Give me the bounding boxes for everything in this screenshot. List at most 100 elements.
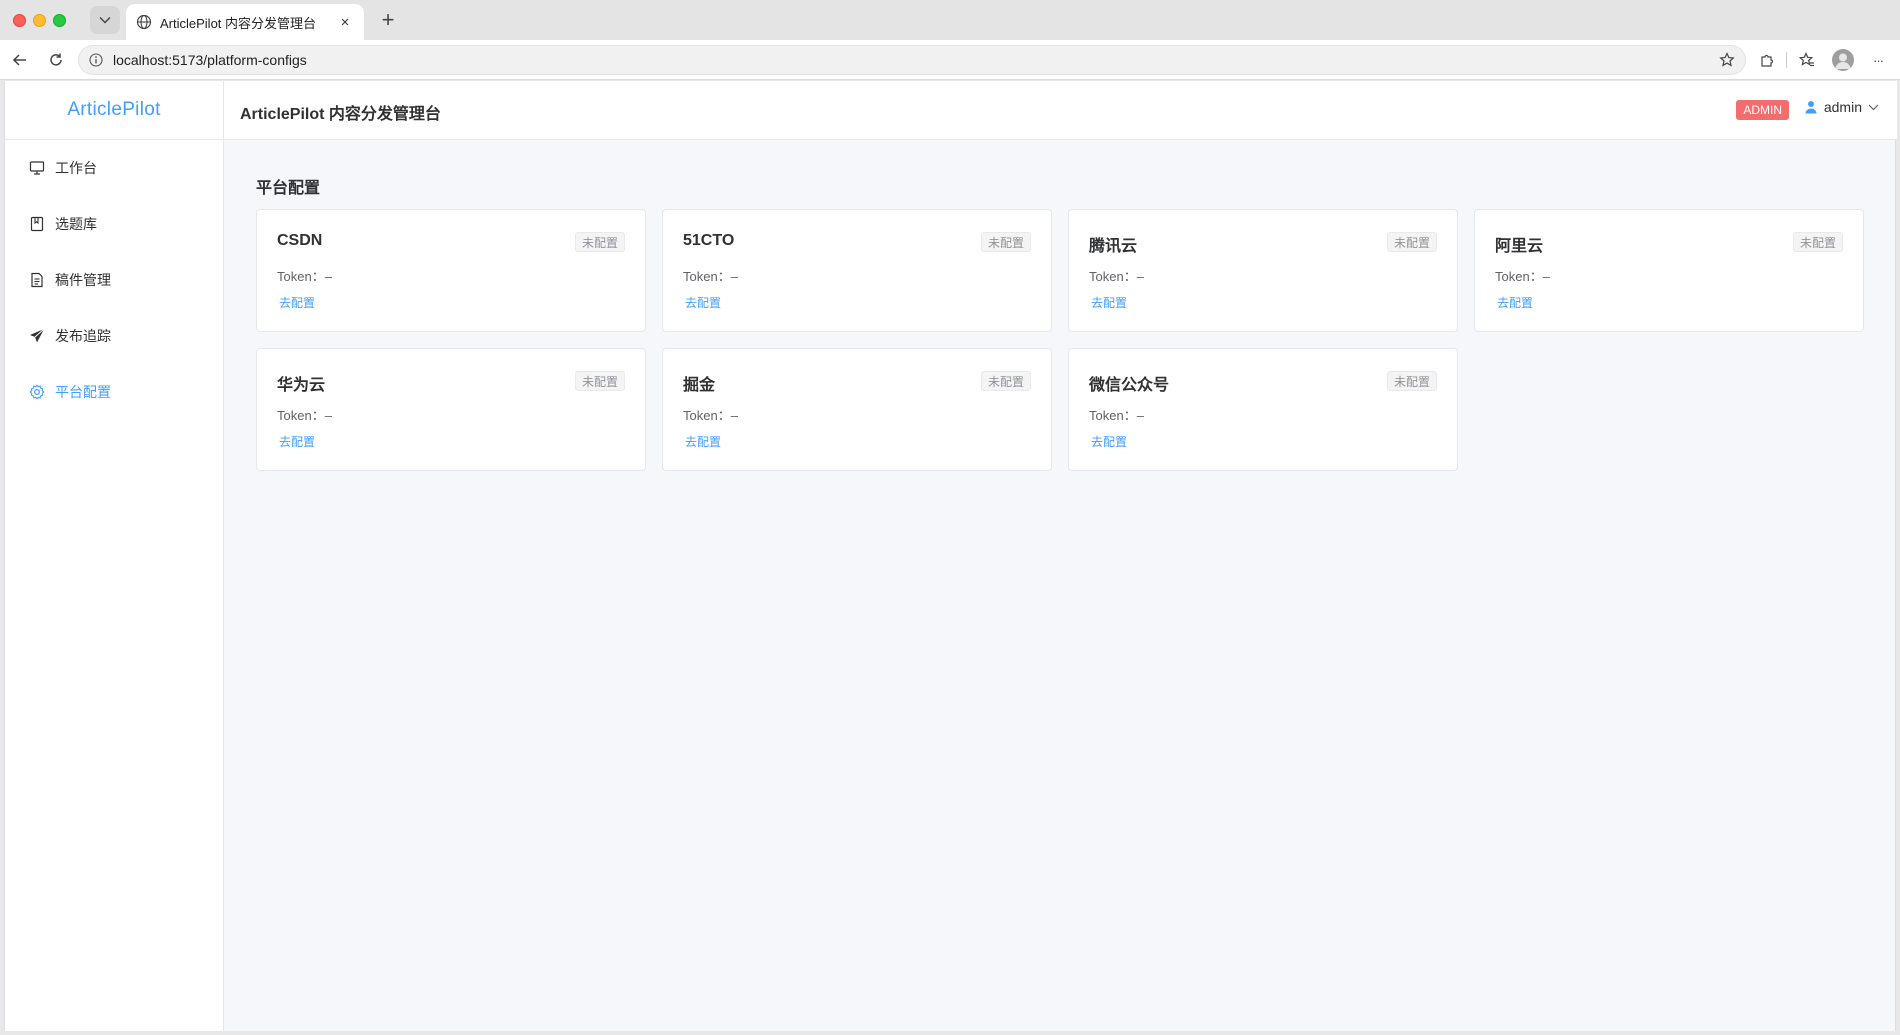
reload-icon: [50, 53, 62, 66]
platform-card: 51CTO 未配置 Token：– 去配置: [662, 209, 1052, 332]
platform-card: 腾讯云 未配置 Token：– 去配置: [1068, 209, 1458, 332]
extensions-button[interactable]: [1755, 48, 1779, 72]
platform-card: 华为云 未配置 Token：– 去配置: [256, 348, 646, 471]
status-badge: 未配置: [1792, 232, 1843, 252]
app-header: ArticlePilot 内容分发管理台 ADMIN admin: [224, 81, 1897, 140]
platform-card: 掘金 未配置 Token：– 去配置: [662, 348, 1052, 471]
configure-link[interactable]: 去配置: [279, 294, 315, 311]
person-icon: [1835, 53, 1851, 69]
token-value: –: [324, 408, 332, 423]
platform-name: CSDN: [277, 232, 323, 249]
configure-link[interactable]: 去配置: [1091, 294, 1127, 311]
platform-name: 阿里云: [1495, 238, 1544, 255]
star-icon[interactable]: [1719, 52, 1735, 68]
platform-name: 华为云: [277, 377, 326, 394]
configure-link[interactable]: 去配置: [685, 294, 721, 311]
toolbar-separator: [1786, 52, 1787, 68]
status-badge: 未配置: [574, 232, 625, 252]
sidebar-item-label: 平台配置: [55, 384, 111, 400]
gear-icon: [29, 384, 45, 400]
sidebar-item-publish-tracking[interactable]: 发布追踪: [5, 308, 223, 364]
reload-button[interactable]: [44, 48, 68, 72]
tab-title: ArticlePilot 内容分发管理台: [160, 15, 317, 31]
configure-link[interactable]: 去配置: [685, 433, 721, 450]
tab-close-button[interactable]: ×: [336, 14, 354, 31]
page-title: 平台配置: [256, 180, 321, 197]
token-row: Token：–: [683, 405, 738, 424]
token-row: Token：–: [277, 405, 332, 424]
configure-link[interactable]: 去配置: [279, 433, 315, 450]
platform-card: 阿里云 未配置 Token：– 去配置: [1474, 209, 1864, 332]
more-menu-button[interactable]: ···: [1866, 48, 1890, 72]
close-window-button[interactable]: [13, 14, 26, 27]
user-menu[interactable]: admin: [1804, 99, 1879, 115]
browser-chrome: ArticlePilot 内容分发管理台 × + localhost:5173/…: [0, 0, 1900, 80]
role-badge: ADMIN: [1736, 100, 1789, 120]
favorites-button[interactable]: [1795, 48, 1819, 72]
tab-search-button[interactable]: [90, 6, 120, 34]
token-row: Token：–: [1089, 266, 1144, 285]
sidebar-item-topics[interactable]: 选题库: [5, 196, 223, 252]
profile-avatar[interactable]: [1832, 49, 1854, 71]
token-value: –: [324, 269, 332, 284]
platform-card: 微信公众号 未配置 Token：– 去配置: [1068, 348, 1458, 471]
status-badge: 未配置: [980, 232, 1031, 252]
token-label: Token：: [1089, 269, 1137, 284]
sidebar-item-manuscripts[interactable]: 稿件管理: [5, 252, 223, 308]
user-icon: [1805, 101, 1817, 114]
token-value: –: [1136, 408, 1144, 423]
platform-name: 51CTO: [683, 232, 735, 249]
token-value: –: [1136, 269, 1144, 284]
minimize-window-button[interactable]: [33, 14, 46, 27]
token-label: Token：: [277, 269, 325, 284]
new-tab-button[interactable]: +: [376, 7, 400, 32]
maximize-window-button[interactable]: [53, 14, 66, 27]
send-icon: [29, 328, 45, 344]
sidebar-item-label: 选题库: [55, 216, 97, 232]
platform-card: CSDN 未配置 Token：– 去配置: [256, 209, 646, 332]
app-logo[interactable]: ArticlePilot: [5, 81, 223, 140]
sidebar-menu: 工作台 选题库 稿件管理 发布追踪 平台配置: [5, 140, 223, 420]
address-bar[interactable]: localhost:5173/platform-configs: [78, 45, 1746, 75]
monitor-icon: [29, 160, 45, 176]
token-label: Token：: [277, 408, 325, 423]
sidebar-item-label: 工作台: [55, 160, 97, 176]
username: admin: [1823, 99, 1862, 115]
token-label: Token：: [683, 408, 731, 423]
browser-toolbar: localhost:5173/platform-configs ···: [0, 40, 1900, 80]
chevron-down-icon: [1868, 104, 1879, 110]
token-label: Token：: [1495, 269, 1543, 284]
sidebar-item-label: 发布追踪: [55, 328, 111, 344]
arrow-left-icon: [12, 54, 26, 66]
token-value: –: [730, 408, 738, 423]
sidebar-item-platform-configs[interactable]: 平台配置: [5, 364, 223, 420]
status-badge: 未配置: [574, 371, 625, 391]
sidebar-item-workbench[interactable]: 工作台: [5, 140, 223, 196]
main-content: 平台配置 CSDN 未配置 Token：– 去配置 51CTO 未配置 Toke…: [224, 140, 1897, 1031]
token-row: Token：–: [1089, 405, 1144, 424]
platform-name: 腾讯云: [1089, 238, 1138, 255]
status-badge: 未配置: [1386, 371, 1437, 391]
configure-link[interactable]: 去配置: [1091, 433, 1127, 450]
chevron-down-icon: [99, 16, 111, 24]
info-icon: [89, 53, 103, 67]
back-button[interactable]: [8, 48, 32, 72]
tab-strip: ArticlePilot 内容分发管理台 × +: [0, 0, 1900, 40]
configure-link[interactable]: 去配置: [1497, 294, 1533, 311]
url-text: localhost:5173/platform-configs: [113, 52, 307, 68]
app-window: ArticlePilot 工作台 选题库 稿件管理 发布追踪 平台配置 Arti…: [4, 81, 1897, 1031]
status-badge: 未配置: [1386, 232, 1437, 252]
globe-icon: [136, 14, 152, 30]
token-label: Token：: [1089, 408, 1137, 423]
document-icon: [29, 272, 45, 288]
browser-tab-active[interactable]: ArticlePilot 内容分发管理台 ×: [126, 4, 364, 40]
token-label: Token：: [683, 269, 731, 284]
sidebar: ArticlePilot 工作台 选题库 稿件管理 发布追踪 平台配置: [5, 81, 224, 1031]
favorites-icon: [1799, 52, 1814, 67]
token-row: Token：–: [683, 266, 738, 285]
token-value: –: [730, 269, 738, 284]
platform-name: 掘金: [683, 377, 716, 394]
token-value: –: [1542, 269, 1550, 284]
token-row: Token：–: [277, 266, 332, 285]
sidebar-item-label: 稿件管理: [55, 272, 111, 288]
